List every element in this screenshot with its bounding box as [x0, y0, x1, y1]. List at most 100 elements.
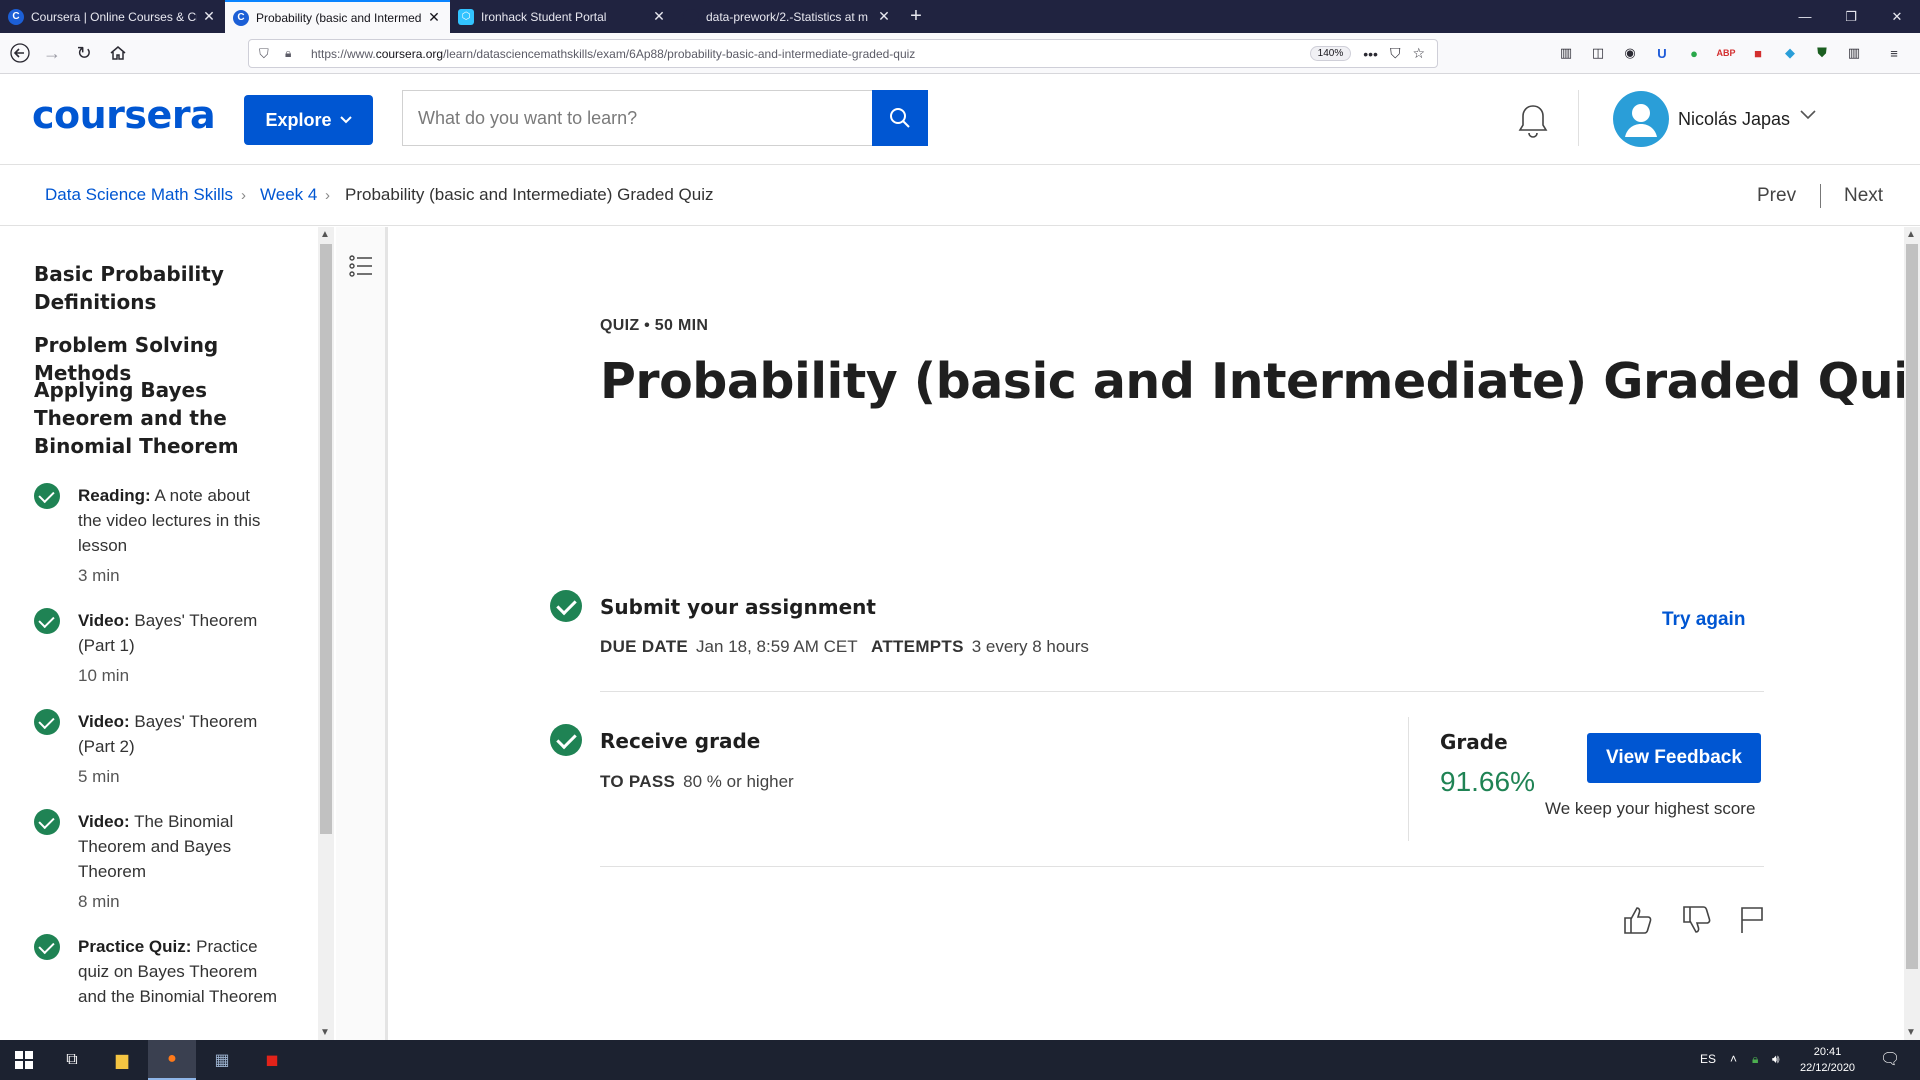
- thumbs-up-icon[interactable]: [1621, 903, 1655, 937]
- file-explorer-icon[interactable]: ▆: [98, 1040, 146, 1080]
- tray-chevron-icon[interactable]: ˄: [1730, 1052, 1737, 1066]
- tab-title: data-prework/2.-Statistics at m: [706, 9, 869, 24]
- input-language[interactable]: ES: [1700, 1052, 1716, 1066]
- scroll-up-arrow-icon[interactable]: ▲: [320, 229, 330, 240]
- reload-icon: ↻: [76, 42, 92, 63]
- completed-check-icon: [34, 809, 60, 835]
- address-bar[interactable]: ⛉ 🔒︎ https://www.coursera.org/learn/data…: [248, 39, 1438, 68]
- completed-check-icon: [34, 934, 60, 960]
- home-button[interactable]: [104, 40, 132, 66]
- explore-label: Explore: [265, 109, 332, 130]
- scroll-down-arrow-icon[interactable]: ▼: [1906, 1027, 1916, 1038]
- extension-bars-icon[interactable]: ▥: [1843, 43, 1865, 63]
- notifications-bell-icon[interactable]: [1515, 102, 1551, 142]
- github-icon: [683, 8, 699, 25]
- sidebar-scrollbar-thumb[interactable]: [320, 244, 332, 834]
- breadcrumb: Data Science Math Skills › Week 4 › Prob…: [0, 166, 1920, 226]
- avatar[interactable]: [1613, 91, 1669, 147]
- user-name[interactable]: Nicolás Japas: [1678, 109, 1790, 130]
- reload-button[interactable]: ↻: [70, 40, 98, 66]
- close-tab-icon[interactable]: ✕: [651, 8, 667, 25]
- user-menu-chevron-icon[interactable]: [1800, 107, 1816, 125]
- extension-u-icon[interactable]: U: [1651, 43, 1673, 63]
- acrobat-icon[interactable]: ◼: [248, 1040, 296, 1080]
- browser-tab-quiz[interactable]: C Probability (basic and Intermed ✕: [225, 0, 450, 33]
- volume-icon[interactable]: 🔊︎: [1772, 1052, 1780, 1067]
- browser-tab-github[interactable]: data-prework/2.-Statistics at m ✕: [675, 0, 900, 33]
- new-tab-button[interactable]: +: [900, 0, 932, 33]
- lock-icon[interactable]: 🔒︎: [285, 46, 291, 61]
- sidebar-section-basic-probability[interactable]: Basic Probability Definitions: [34, 260, 294, 316]
- windows-start-icon[interactable]: [0, 1040, 48, 1080]
- item-duration: 10 min: [78, 666, 130, 685]
- completed-check-icon: [34, 483, 60, 509]
- scroll-down-arrow-icon[interactable]: ▼: [320, 1027, 330, 1038]
- task-view-icon[interactable]: ⧉: [48, 1040, 96, 1080]
- attempts: ATTEMPTS 3 every 8 hours: [871, 637, 1089, 656]
- list-item: Video: The Binomial Theorem and Bayes Th…: [78, 812, 234, 881]
- next-link[interactable]: Next: [1844, 185, 1883, 207]
- prev-link[interactable]: Prev: [1757, 185, 1796, 207]
- coursera-logo[interactable]: coursera: [32, 93, 216, 137]
- list-item: Practice Quiz: Practice quiz on Bayes Th…: [78, 937, 278, 1006]
- chevron-right-icon: ›: [325, 187, 330, 204]
- search-input[interactable]: What do you want to learn?: [402, 90, 872, 146]
- extension-green-icon[interactable]: ●: [1683, 43, 1705, 63]
- security-tray-icon[interactable]: 🔒︎: [1752, 1052, 1758, 1067]
- firefox-icon[interactable]: ●: [148, 1040, 196, 1080]
- account-icon[interactable]: ◉: [1619, 43, 1641, 63]
- search-button[interactable]: [872, 90, 928, 146]
- explore-button[interactable]: Explore: [244, 95, 373, 145]
- quiz-kicker: QUIZ • 50 MIN: [600, 317, 709, 334]
- forward-button[interactable]: →: [38, 40, 66, 66]
- extension-blue-icon[interactable]: ◆: [1779, 43, 1801, 63]
- extension-red-icon[interactable]: ■: [1747, 43, 1769, 63]
- back-button[interactable]: [6, 40, 34, 66]
- sidebar-section-bayes-binomial[interactable]: Applying Bayes Theorem and the Binomial …: [34, 376, 294, 460]
- restore-icon[interactable]: ❐: [1828, 0, 1874, 33]
- close-tab-icon[interactable]: ✕: [426, 9, 442, 26]
- os-taskbar: ⧉ ▆ ● ▦ ◼ ES ˄ 🔒︎ 🔊︎ 20:41 22/12/2020 🗨︎: [0, 1040, 1920, 1080]
- url-text[interactable]: https://www.coursera.org/learn/datascien…: [311, 47, 1310, 61]
- outline-list-icon[interactable]: [348, 253, 374, 279]
- notifications-icon[interactable]: 🗨︎: [1880, 1049, 1900, 1069]
- sidebar-icon[interactable]: ◫: [1587, 43, 1609, 63]
- breadcrumb-course-link[interactable]: Data Science Math Skills: [45, 185, 233, 205]
- clock-date: 22/12/2020: [1800, 1062, 1856, 1074]
- zoom-level[interactable]: 140%: [1309, 46, 1352, 61]
- library-icon[interactable]: ▥: [1555, 43, 1577, 63]
- browser-tab-bar: C Coursera | Online Courses & Cr ✕ C Pro…: [0, 0, 1920, 33]
- scroll-up-arrow-icon[interactable]: ▲: [1906, 229, 1916, 240]
- more-actions-icon[interactable]: •••: [1363, 46, 1378, 62]
- system-clock[interactable]: 20:41 22/12/2020: [1800, 1044, 1855, 1076]
- report-flag-icon[interactable]: [1735, 903, 1769, 937]
- view-feedback-button[interactable]: View Feedback: [1587, 733, 1761, 783]
- browser-tab-ironhack[interactable]: ⬡ Ironhack Student Portal ✕: [450, 0, 675, 33]
- menu-icon[interactable]: ≡: [1883, 43, 1905, 63]
- shield-extension-icon[interactable]: ⛊: [1811, 43, 1833, 63]
- coursera-icon: C: [233, 9, 249, 26]
- to-pass: TO PASS 80 % or higher: [600, 772, 794, 791]
- section-divider: [600, 691, 1764, 692]
- close-tab-icon[interactable]: ✕: [201, 8, 217, 25]
- grade-divider: [1408, 717, 1409, 841]
- try-again-button[interactable]: Try again: [1662, 609, 1745, 631]
- breadcrumb-week-link[interactable]: Week 4: [260, 185, 317, 205]
- thumbs-down-icon[interactable]: [1680, 903, 1714, 937]
- highest-score-note: We keep your highest score: [1545, 799, 1756, 818]
- ironhack-icon: ⬡: [458, 8, 474, 25]
- adblock-icon[interactable]: ABP: [1715, 43, 1737, 63]
- chevron-right-icon: ›: [241, 187, 246, 204]
- calculator-icon[interactable]: ▦: [198, 1040, 246, 1080]
- browser-tab-coursera-home[interactable]: C Coursera | Online Courses & Cr ✕: [0, 0, 225, 33]
- close-tab-icon[interactable]: ✕: [876, 8, 892, 25]
- header-divider: [1578, 90, 1579, 146]
- window-controls: — ❐ ✕: [1782, 0, 1920, 33]
- close-window-icon[interactable]: ✕: [1874, 0, 1920, 33]
- main-scrollbar-thumb[interactable]: [1906, 244, 1918, 969]
- bookmark-star-icon[interactable]: ☆: [1412, 45, 1425, 62]
- minimize-icon[interactable]: —: [1782, 0, 1828, 33]
- shield-icon[interactable]: ⛉: [259, 46, 269, 62]
- prev-next-divider: [1820, 184, 1821, 208]
- pocket-icon[interactable]: ⛉: [1390, 45, 1401, 62]
